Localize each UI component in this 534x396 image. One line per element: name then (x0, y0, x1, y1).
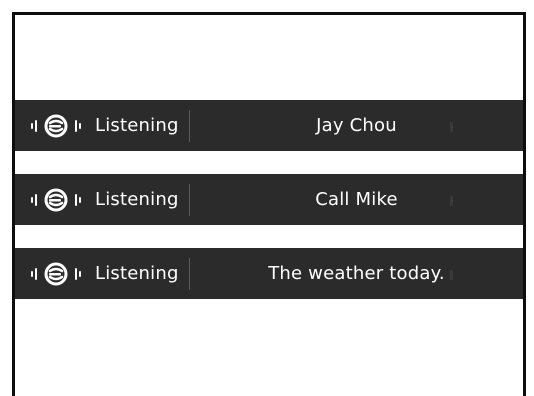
voice-assistant-icon (31, 262, 81, 286)
listening-status-label: Listening (95, 189, 179, 210)
voice-query-text: Jay Chou (316, 115, 397, 136)
listening-status-label: Listening (95, 263, 179, 284)
listening-status-label: Listening (95, 115, 179, 136)
text-cursor (450, 270, 453, 280)
voice-assistant-icon (31, 114, 81, 138)
voice-query-text: The weather today. (268, 263, 445, 284)
voice-status-bar[interactable]: Listening The weather today. (15, 248, 523, 299)
voice-assistant-icon (31, 188, 81, 212)
voice-status-bar[interactable]: Listening Call Mike (15, 174, 523, 225)
text-cursor (450, 196, 453, 206)
voice-status-bar[interactable]: Listening Jay Chou (15, 100, 523, 151)
voice-query-text: Call Mike (315, 189, 398, 210)
text-cursor (450, 122, 453, 132)
